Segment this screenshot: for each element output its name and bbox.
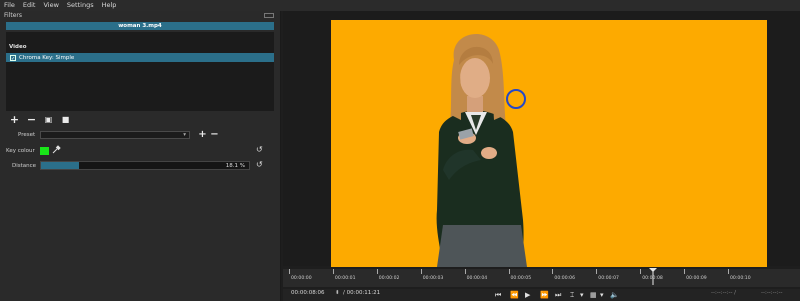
filter-enabled-checkbox[interactable]: ✓ <box>10 54 16 62</box>
paste-icon: ■ <box>61 115 70 124</box>
out-point-timecode: --:--:--:-- <box>761 290 783 296</box>
menu-settings[interactable]: Settings <box>63 0 98 11</box>
distance-slider[interactable]: 18.1 % <box>40 161 250 170</box>
transport-bar: 00:00:08:06 ⬍ / 00:00:11:21 ⏮ ⏪ ▶ ⏩ ⏭ ⌶ … <box>283 289 800 301</box>
copy-icon: ▣ <box>44 115 53 124</box>
copy-filters-button[interactable]: ▣ <box>42 114 55 125</box>
timeline-tick-label: 00:00:00 <box>291 276 312 281</box>
skip-previous-button[interactable]: ⏮ <box>495 289 501 301</box>
reset-icon: ↺ <box>256 145 263 154</box>
timeline-tick <box>684 269 686 274</box>
fast-forward-button[interactable]: ⏩ <box>540 289 549 301</box>
timeline-tick-label: 00:00:04 <box>466 276 488 281</box>
minus-icon: − <box>210 129 219 140</box>
distance-label: Distance <box>12 162 37 169</box>
category-header-video: Video <box>9 44 27 50</box>
distance-row: Distance <box>12 161 36 170</box>
menu-view[interactable]: View <box>39 0 62 11</box>
preset-dropdown[interactable]: ▾ <box>40 131 190 139</box>
distance-value: 18.1 % <box>225 163 245 169</box>
timeline-tick <box>640 269 642 274</box>
position-timecode[interactable]: 00:00:08:06 <box>291 290 325 296</box>
eyedropper-icon[interactable] <box>52 145 61 157</box>
timeline-tick <box>376 269 378 274</box>
timeline-tick-label: 00:00:05 <box>510 276 532 281</box>
timeline-tick-label: 00:00:09 <box>686 276 707 281</box>
key-colour-label: Key colour <box>6 147 35 154</box>
distance-slider-fill <box>41 162 79 169</box>
timeline-tick <box>508 269 510 274</box>
menu-edit[interactable]: Edit <box>19 0 40 11</box>
attached-filter-list[interactable]: Video ✓ Chroma Key: Simple <box>6 32 274 111</box>
timeline-tick-label: 00:00:01 <box>334 276 356 281</box>
playhead[interactable] <box>649 268 657 286</box>
timeline-tick <box>289 269 290 274</box>
filter-item-label: Chroma Key: Simple <box>19 54 75 61</box>
preset-row: Preset <box>18 130 35 139</box>
panel-title: Filters <box>4 12 22 19</box>
timeline-tick <box>464 269 466 274</box>
timeline-tick-label: 00:00:02 <box>378 276 400 281</box>
filter-toolbar: + − ▣ ■ <box>8 113 72 126</box>
play-button[interactable]: ▶ <box>525 289 530 301</box>
toggle-grid-button[interactable]: ▦ <box>590 289 597 301</box>
volume-icon[interactable]: 🔈 <box>610 289 619 301</box>
video-preview[interactable] <box>331 20 767 267</box>
menu-bar: File Edit View Settings Help <box>0 0 800 11</box>
timeline-ruler[interactable]: 00:00:00 00:00:01 00:00:02 00:00:03 00:00:04… <box>283 269 800 287</box>
zoom-dropdown-icon[interactable]: ▾ <box>580 289 584 301</box>
paste-filters-button[interactable]: ■ <box>59 114 72 125</box>
menu-file[interactable]: File <box>0 0 19 11</box>
plus-icon: + <box>198 129 207 140</box>
timeline-tick-label: 00:00:03 <box>422 276 444 281</box>
rewind-button[interactable]: ⏪ <box>510 289 519 301</box>
panel-float-button[interactable] <box>264 13 274 18</box>
timeline-tick <box>728 269 729 274</box>
timeline-tick <box>596 269 598 274</box>
preset-label: Preset <box>18 131 36 138</box>
duration-timecode: / 00:00:11:21 <box>343 290 381 296</box>
woman-figure-image <box>436 33 527 267</box>
minus-icon: − <box>26 113 37 126</box>
plus-icon: + <box>9 113 20 126</box>
timeline-tick <box>420 269 422 274</box>
timeline-tick-label: 00:00:10 <box>730 276 751 281</box>
timeline-tick <box>552 269 554 274</box>
timeline-tick-label: 00:00:07 <box>598 276 619 281</box>
skip-next-button[interactable]: ⏭ <box>555 289 561 301</box>
in-point-timecode: --:--:--:-- / <box>711 290 737 296</box>
clip-name-bar: woman 3.mp4 <box>6 22 274 30</box>
reset-icon: ↺ <box>256 160 263 169</box>
position-spinner-icon[interactable]: ⬍ <box>335 290 340 296</box>
timeline-tick-label: 00:00:06 <box>554 276 576 281</box>
key-colour-swatch[interactable] <box>40 147 49 155</box>
key-colour-row: Key colour <box>6 146 35 155</box>
reset-distance-button[interactable]: ↺ <box>256 160 263 169</box>
grid-dropdown-icon[interactable]: ▾ <box>600 289 604 301</box>
chevron-down-icon: ▾ <box>183 132 186 138</box>
reset-key-colour-button[interactable]: ↺ <box>256 145 263 154</box>
add-filter-button[interactable]: + <box>8 113 21 126</box>
delete-preset-button[interactable]: − <box>208 129 221 140</box>
timeline-tick <box>332 269 334 274</box>
remove-filter-button[interactable]: − <box>25 113 38 126</box>
menu-help[interactable]: Help <box>98 0 121 11</box>
toggle-zoom-button[interactable]: ⌶ <box>570 289 574 301</box>
filter-item-chroma-key[interactable]: ✓ Chroma Key: Simple <box>6 53 274 62</box>
